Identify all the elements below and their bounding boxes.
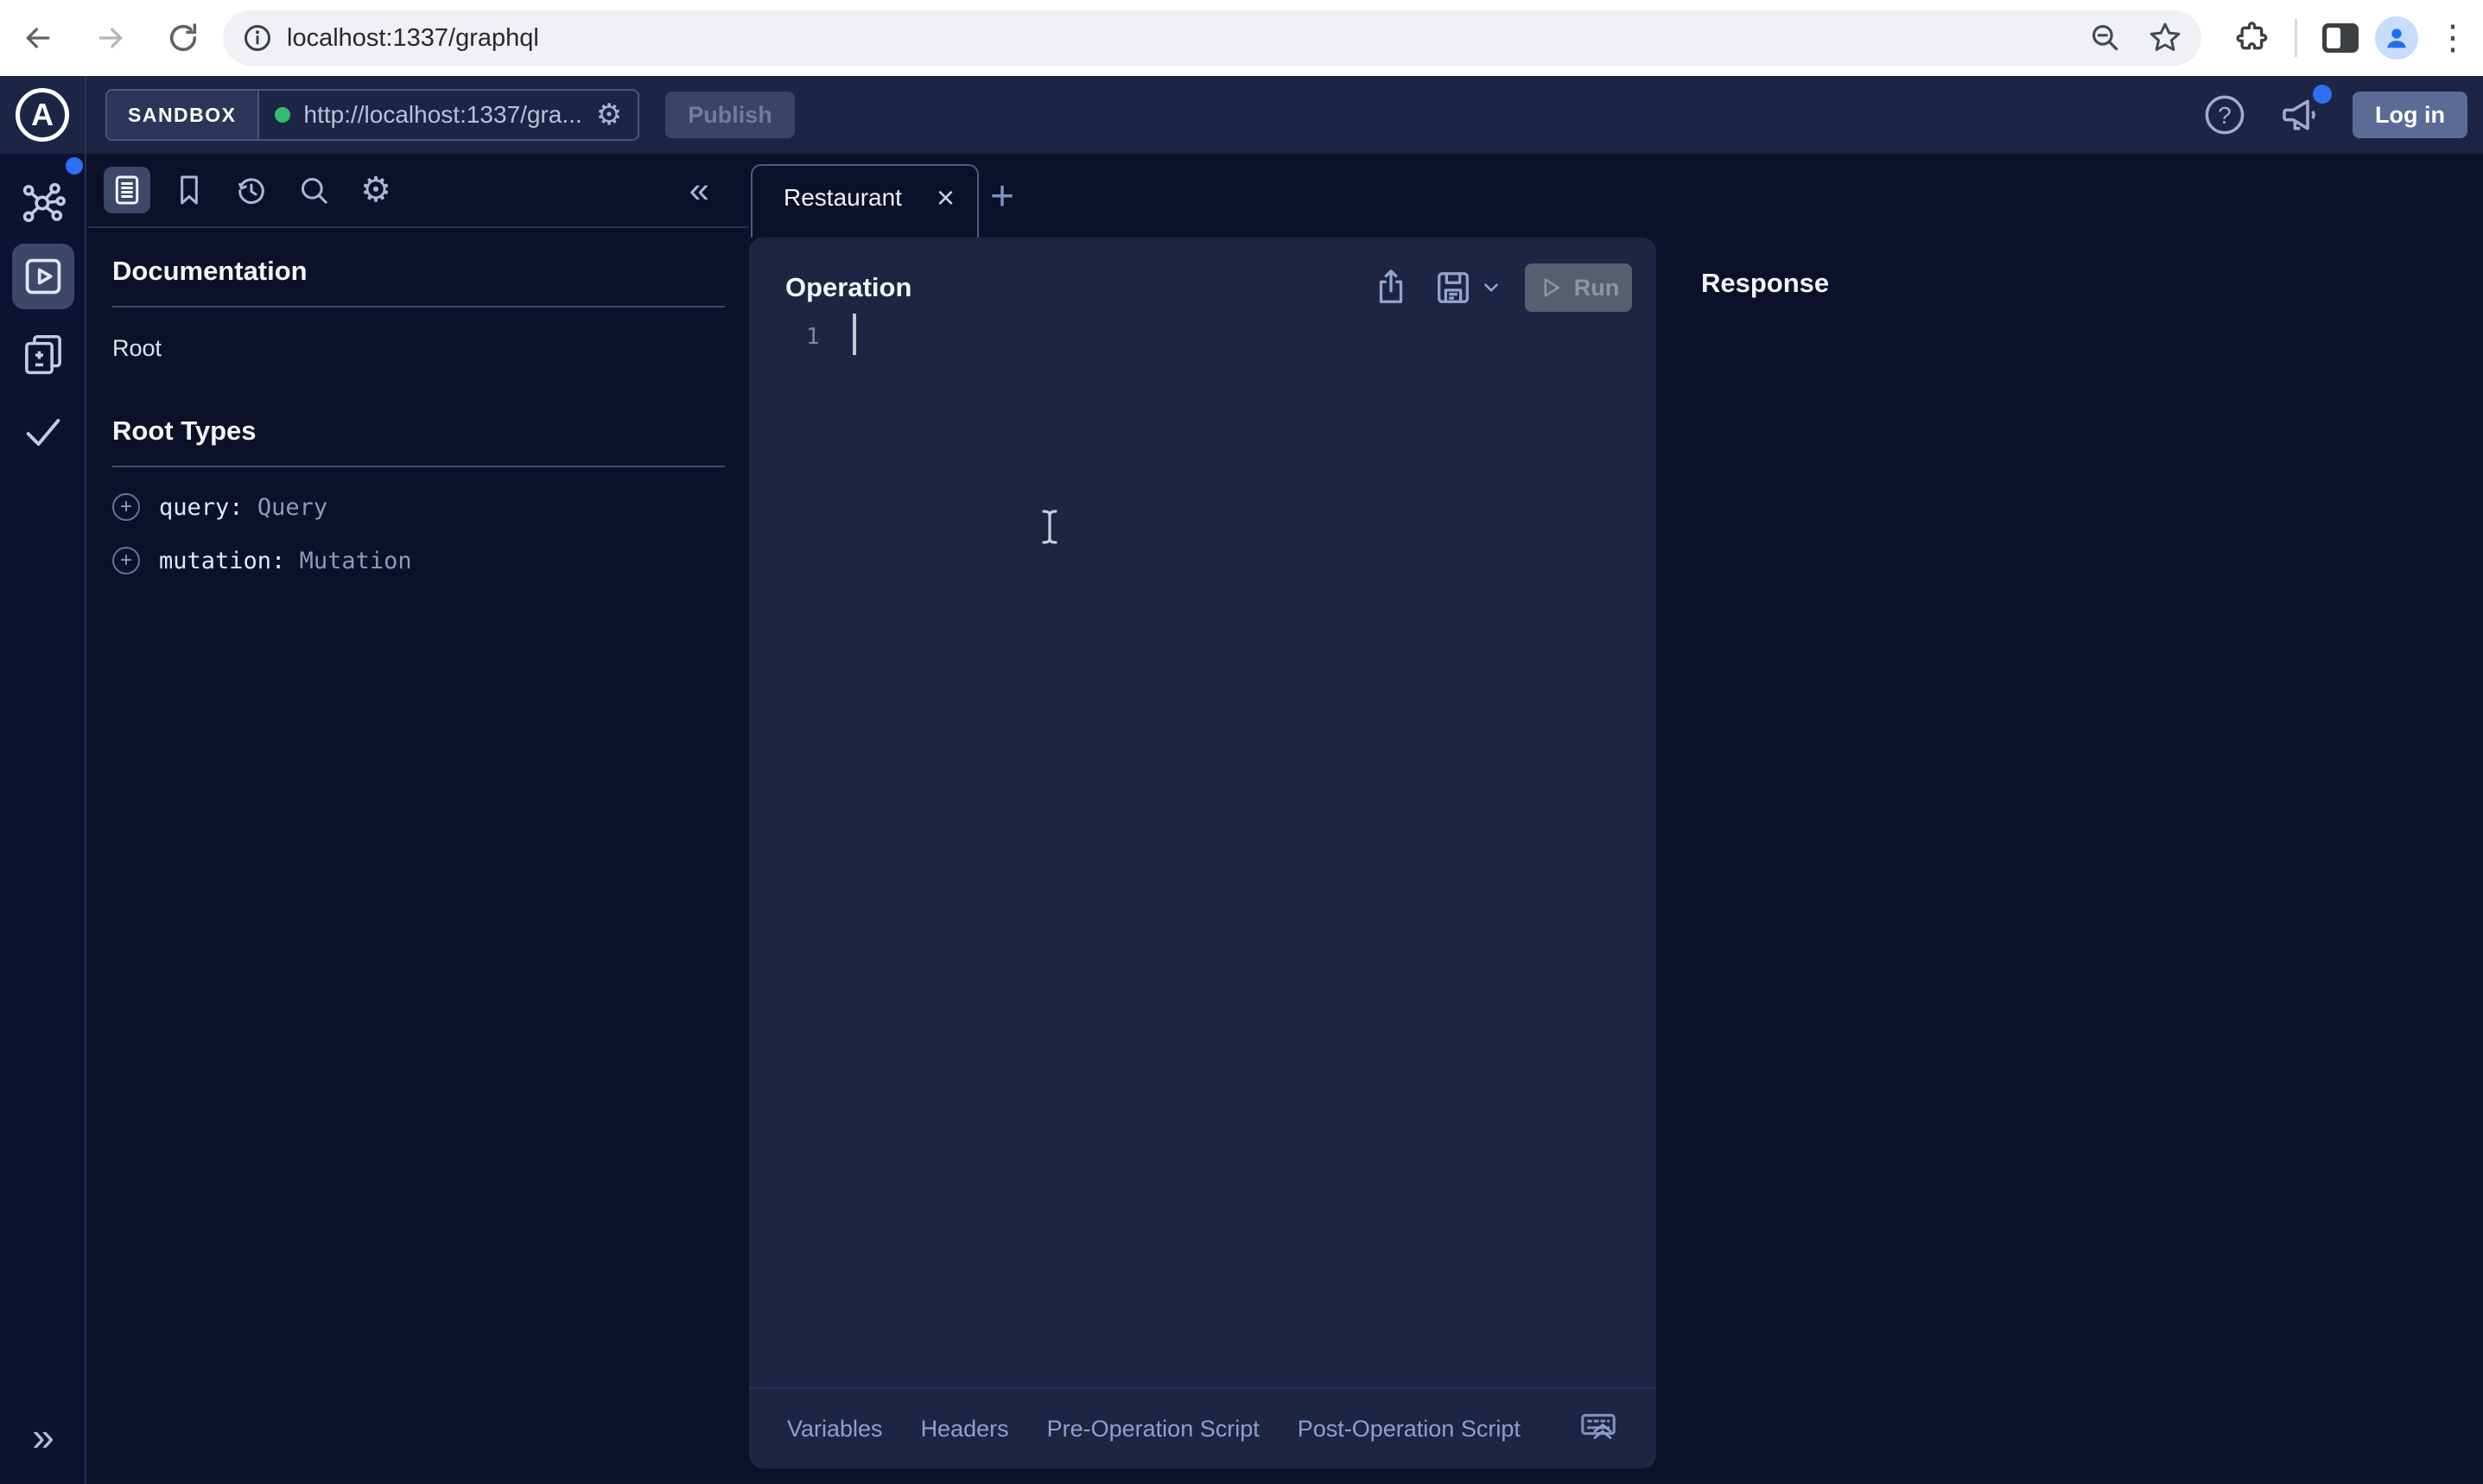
browser-menu-icon[interactable]: ⋮ [2427,12,2479,64]
share-operation-icon[interactable] [1371,268,1411,308]
left-rail: » [0,154,86,1484]
settings-gear-icon[interactable]: ⚙ [352,167,399,213]
logo-letter: A [31,97,54,133]
expand-footer-icon[interactable] [1587,1413,1618,1444]
play-icon [1538,275,1564,301]
bookmarks-icon[interactable] [166,167,213,213]
explorer-icon [21,254,66,299]
divider [112,466,725,467]
operation-panel: Operation Run [749,238,1656,1468]
field-name[interactable]: mutation: [159,548,285,574]
expand-rail-icon[interactable]: » [0,1413,86,1460]
root-link[interactable]: Root [112,335,725,362]
search-icon[interactable] [290,167,337,213]
response-panel: Response [1656,154,2483,1484]
documentation-tab-icon[interactable] [104,167,150,213]
editor-footer: Variables Headers Pre-Operation Script P… [749,1387,1656,1468]
documentation-title: Documentation [112,256,725,287]
schema-notification-dot [66,157,83,174]
connection-settings-icon[interactable]: ⚙ [596,100,622,130]
announcements-icon[interactable] [2277,92,2323,138]
tab-headers[interactable]: Headers [921,1416,1009,1443]
forward-icon [85,12,137,64]
url-text[interactable]: localhost:1337/graphql [287,24,2089,53]
tab-pre-operation-script[interactable]: Pre-Operation Script [1047,1416,1260,1443]
zoom-out-icon[interactable] [2089,22,2122,54]
bookmark-star-icon[interactable] [2148,21,2182,55]
extensions-icon[interactable] [2226,12,2277,64]
new-tab-icon[interactable]: + [990,173,1014,220]
app-header: A SANDBOX http://localhost:1337/gra... ⚙… [0,76,2483,154]
operation-title: Operation [785,272,911,303]
site-info-icon[interactable] [242,22,273,54]
docs-toolbar: ⚙ « [88,154,749,228]
field-type[interactable]: Query [257,494,327,521]
line-number: 1 [806,324,820,350]
help-icon[interactable]: ? [2202,92,2247,137]
svg-text:?: ? [2218,102,2232,129]
checks-icon[interactable] [0,409,86,454]
toolbar-divider [2295,19,2297,57]
add-field-icon[interactable]: + [112,493,140,521]
query-editor[interactable]: 1 [749,312,1656,1297]
mouse-cursor [1035,508,1064,546]
root-type-row-query[interactable]: + query: Query [112,493,725,521]
field-type[interactable]: Mutation [300,548,412,574]
save-options-chevron-icon[interactable] [1480,276,1502,299]
run-label: Run [1574,275,1619,301]
tab-variables[interactable]: Variables [787,1416,883,1443]
apollo-logo[interactable]: A [0,76,86,154]
endpoint-url[interactable]: http://localhost:1337/gra... [304,101,582,129]
documentation-panel: ⚙ « Documentation Root Root Types + quer… [88,154,749,1484]
response-title: Response [1656,154,2483,299]
publish-button[interactable]: Publish [665,92,795,138]
side-panel-icon[interactable] [2315,12,2366,64]
run-button[interactable]: Run [1525,263,1632,312]
reload-icon[interactable] [157,12,209,64]
close-tab-icon[interactable]: × [937,182,955,213]
main-area: » ⚙ « Documentation [0,154,2483,1484]
browser-toolbar: localhost:1337/graphql ⋮ [0,0,2483,76]
browser-actions: ⋮ [2226,12,2479,64]
app-screen: localhost:1337/graphql ⋮ A SANDBOX [0,0,2483,1484]
profile-avatar[interactable] [2375,16,2418,60]
back-icon[interactable] [12,12,64,64]
schema-graph-icon[interactable] [0,180,86,226]
add-field-icon[interactable]: + [112,547,140,574]
history-icon[interactable] [228,167,275,213]
save-operation-icon[interactable] [1433,268,1473,308]
login-button[interactable]: Log in [2353,92,2467,138]
operation-tab[interactable]: Restaurant × [751,164,979,238]
tab-post-operation-script[interactable]: Post-Operation Script [1298,1416,1521,1443]
sandbox-badge: SANDBOX [107,91,259,139]
endpoint-selector[interactable]: SANDBOX http://localhost:1337/gra... ⚙ [105,89,639,141]
divider [112,306,725,308]
address-bar[interactable]: localhost:1337/graphql [223,10,2201,66]
root-type-row-mutation[interactable]: + mutation: Mutation [112,547,725,574]
notification-dot [2313,85,2332,104]
changelog-icon[interactable] [0,331,86,377]
field-name[interactable]: query: [159,494,244,521]
root-types-title: Root Types [112,415,725,447]
tab-title: Restaurant [784,184,902,212]
connection-status-dot [275,107,290,123]
explorer-nav-active[interactable] [12,244,74,309]
collapse-panel-icon[interactable]: « [689,169,709,211]
text-caret [853,314,856,355]
